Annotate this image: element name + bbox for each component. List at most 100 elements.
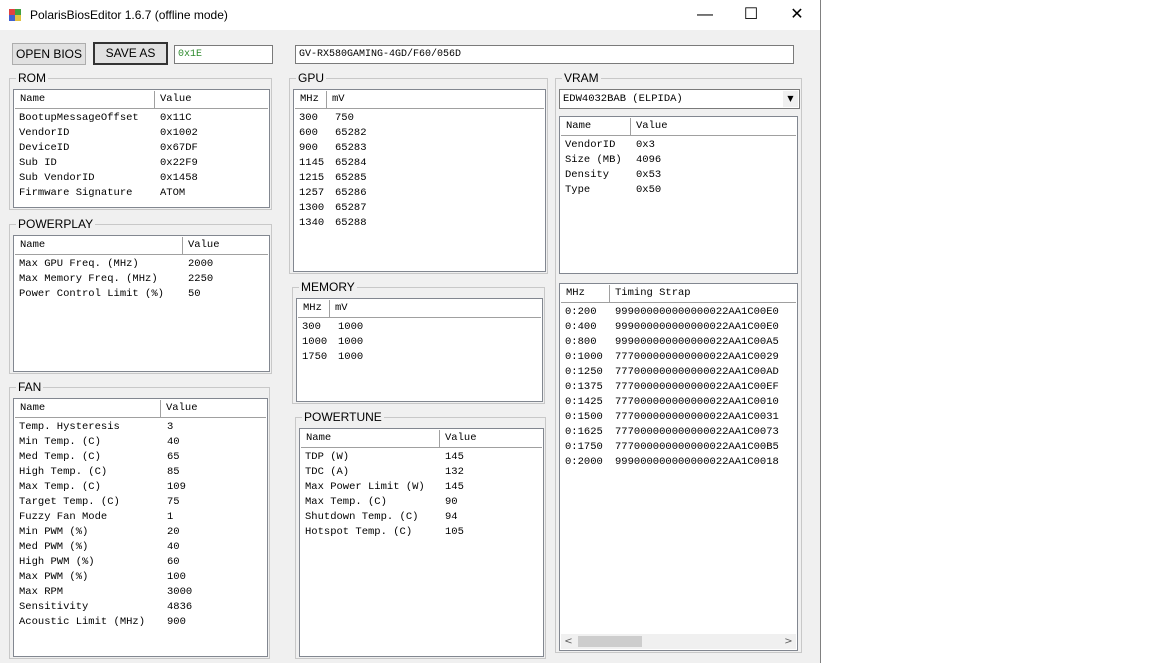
fan-row[interactable]: Temp. Hysteresis 3 [14, 420, 267, 435]
fan-col-value[interactable]: Value [161, 400, 267, 417]
vram-timing-row[interactable]: 0:1375 777000000000000022AA1C00EF [560, 380, 797, 395]
vram-timing-row[interactable]: 0:1000 777000000000000022AA1C0029 [560, 350, 797, 365]
powerplay-col-name[interactable]: Name [15, 237, 183, 254]
powertune-row[interactable]: Shutdown Temp. (C) 94 [300, 510, 543, 525]
rom-col-name[interactable]: Name [15, 91, 155, 108]
fan-row[interactable]: High Temp. (C) 85 [14, 465, 267, 480]
fan-row[interactable]: Target Temp. (C) 75 [14, 495, 267, 510]
gpu-row[interactable]: 900 65283 [294, 141, 545, 156]
minimize-icon[interactable]: — [682, 0, 728, 30]
powertune-row[interactable]: Max Power Limit (W) 145 [300, 480, 543, 495]
fan-row[interactable]: Acoustic Limit (MHz) 900 [14, 615, 267, 630]
powertune-row[interactable]: Max Temp. (C) 90 [300, 495, 543, 510]
powerplay-row[interactable]: Power Control Limit (%) 50 [14, 287, 269, 302]
fan-row[interactable]: Min PWM (%) 20 [14, 525, 267, 540]
gpu-row[interactable]: 1257 65286 [294, 186, 545, 201]
bios-name-field[interactable]: GV-RX580GAMING-4GD/F60/056D [295, 45, 794, 64]
save-as-button[interactable]: SAVE AS [93, 42, 168, 65]
fan-row[interactable]: Sensitivity 4836 [14, 600, 267, 615]
memory-col-mv[interactable]: mV [330, 300, 542, 317]
fan-list[interactable]: Name Value Temp. Hysteresis 3 Min Temp. (C… [13, 398, 268, 657]
memory-row[interactable]: 1000 1000 [297, 335, 542, 350]
fan-row[interactable]: Max RPM 3000 [14, 585, 267, 600]
fan-row[interactable]: Min Temp. (C) 40 [14, 435, 267, 450]
rom-row-cell-2: 0x67DF [160, 142, 198, 154]
vram-info-row[interactable]: Type 0x50 [560, 183, 797, 198]
fan-row[interactable]: Med Temp. (C) 65 [14, 450, 267, 465]
vram-timing-col-mhz[interactable]: MHz [561, 285, 610, 302]
vram-timing-row[interactable]: 0:800 999000000000000022AA1C00A5 [560, 335, 797, 350]
vram-timing-row[interactable]: 0:2000 999000000000000022AA1C0018 [560, 455, 797, 470]
fan-row-cell-1: Acoustic Limit (MHz) [19, 616, 146, 628]
gpu-row[interactable]: 300 750 [294, 111, 545, 126]
vram-timing-row[interactable]: 0:1625 777000000000000022AA1C0073 [560, 425, 797, 440]
gpu-row-cell-2: 65282 [335, 127, 367, 139]
memory-row[interactable]: 300 1000 [297, 320, 542, 335]
gpu-col-mhz[interactable]: MHz [295, 91, 327, 108]
vram-timing-hscroll[interactable]: < > [561, 634, 796, 649]
vram-info-col-value[interactable]: Value [631, 118, 797, 135]
memory-col-mhz[interactable]: MHz [298, 300, 330, 317]
powerplay-row[interactable]: Max Memory Freq. (MHz) 2250 [14, 272, 269, 287]
powertune-row-cell-1: TDC (A) [305, 466, 350, 478]
checksum-field[interactable]: 0x1E [174, 45, 273, 64]
maximize-icon[interactable]: ☐ [728, 0, 774, 30]
vram-timing-row[interactable]: 0:1250 777000000000000022AA1C00AD [560, 365, 797, 380]
rom-row[interactable]: Sub VendorID 0x1458 [14, 171, 269, 186]
vram-info-col-name[interactable]: Name [561, 118, 631, 135]
vram-info-row[interactable]: VendorID 0x3 [560, 138, 797, 153]
vram-timing-list[interactable]: MHz Timing Strap 0:200 999000000000000022… [559, 283, 798, 651]
gpu-col-mv[interactable]: mV [327, 91, 545, 108]
fan-row[interactable]: Max PWM (%) 100 [14, 570, 267, 585]
open-bios-button[interactable]: OPEN BIOS [12, 43, 86, 65]
powertune-row[interactable]: TDC (A) 132 [300, 465, 543, 480]
rom-row[interactable]: Sub ID 0x22F9 [14, 156, 269, 171]
fan-col-name[interactable]: Name [15, 400, 161, 417]
gpu-row[interactable]: 600 65282 [294, 126, 545, 141]
vram-info-row[interactable]: Density 0x53 [560, 168, 797, 183]
powertune-list[interactable]: Name Value TDP (W) 145 TDC (A) 132 Max Power… [299, 428, 544, 657]
fan-row[interactable]: Fuzzy Fan Mode 1 [14, 510, 267, 525]
gpu-row[interactable]: 1340 65288 [294, 216, 545, 231]
rom-row[interactable]: DeviceID 0x67DF [14, 141, 269, 156]
vram-select[interactable]: EDW4032BAB (ELPIDA) ▼ [559, 89, 800, 109]
powertune-col-name[interactable]: Name [301, 430, 440, 447]
vram-info-row[interactable]: Size (MB) 4096 [560, 153, 797, 168]
vram-timing-row[interactable]: 0:1500 777000000000000022AA1C0031 [560, 410, 797, 425]
fan-row-cell-2: 20 [167, 526, 180, 538]
scroll-thumb[interactable] [578, 636, 642, 647]
fan-row-cell-1: Target Temp. (C) [19, 496, 120, 508]
fan-row[interactable]: High PWM (%) 60 [14, 555, 267, 570]
close-icon[interactable]: ✕ [774, 0, 820, 30]
powerplay-list[interactable]: Name Value Max GPU Freq. (MHz) 2000 Max Me… [13, 235, 270, 372]
powertune-row[interactable]: TDP (W) 145 [300, 450, 543, 465]
fan-row[interactable]: Max Temp. (C) 109 [14, 480, 267, 495]
vram-timing-row[interactable]: 0:200 999000000000000022AA1C00E0 [560, 305, 797, 320]
fan-row[interactable]: Med PWM (%) 40 [14, 540, 267, 555]
scroll-left-icon[interactable]: < [561, 634, 576, 649]
rom-col-value[interactable]: Value [155, 91, 269, 108]
powerplay-row-cell-1: Power Control Limit (%) [19, 288, 164, 300]
vram-timing-col-strap[interactable]: Timing Strap [610, 285, 797, 302]
gpu-row[interactable]: 1215 65285 [294, 171, 545, 186]
memory-row[interactable]: 1750 1000 [297, 350, 542, 365]
vram-timing-row[interactable]: 0:400 999000000000000022AA1C00E0 [560, 320, 797, 335]
powerplay-col-value[interactable]: Value [183, 237, 269, 254]
vram-timing-row[interactable]: 0:1750 777000000000000022AA1C00B5 [560, 440, 797, 455]
gpu-row[interactable]: 1145 65284 [294, 156, 545, 171]
rom-row[interactable]: Firmware Signature ATOM [14, 186, 269, 201]
powerplay-row[interactable]: Max GPU Freq. (MHz) 2000 [14, 257, 269, 272]
chevron-down-icon[interactable]: ▼ [783, 91, 798, 107]
vram-timing-row[interactable]: 0:1425 777000000000000022AA1C0010 [560, 395, 797, 410]
fan-row-cell-1: Temp. Hysteresis [19, 421, 120, 433]
memory-list[interactable]: MHz mV 300 1000 1000 1000 1750 1000 [296, 298, 543, 402]
powertune-row[interactable]: Hotspot Temp. (C) 105 [300, 525, 543, 540]
rom-row[interactable]: VendorID 0x1002 [14, 126, 269, 141]
powertune-col-value[interactable]: Value [440, 430, 543, 447]
scroll-right-icon[interactable]: > [781, 634, 796, 649]
vram-info-list[interactable]: Name Value VendorID 0x3 Size (MB) 4096 Densi… [559, 116, 798, 274]
gpu-list[interactable]: MHz mV 300 750 600 65282 900 65283 1145 65284 12… [293, 89, 546, 272]
gpu-row[interactable]: 1300 65287 [294, 201, 545, 216]
rom-row[interactable]: BootupMessageOffset 0x11C [14, 111, 269, 126]
rom-list[interactable]: Name Value BootupMessageOffset 0x11C Vendo… [13, 89, 270, 208]
